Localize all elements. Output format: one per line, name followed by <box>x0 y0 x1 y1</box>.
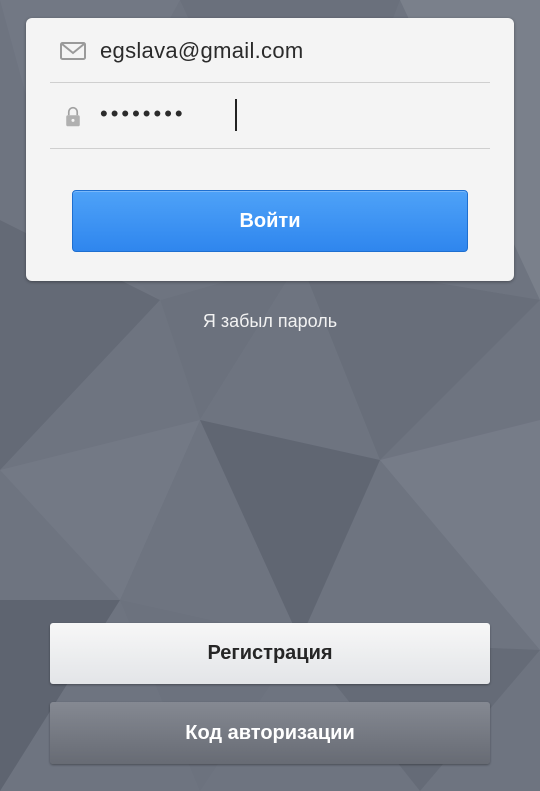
register-button[interactable]: Регистрация <box>50 623 490 684</box>
email-value: egslava@gmail.com <box>100 38 304 63</box>
text-cursor <box>235 99 237 131</box>
mail-icon <box>60 42 86 60</box>
login-button[interactable]: Войти <box>72 190 468 252</box>
auth-code-button[interactable]: Код авторизации <box>50 702 490 764</box>
password-field[interactable]: •••••••• <box>50 84 490 149</box>
login-card: egslava@gmail.com •••••••• Войти <box>26 18 514 281</box>
forgot-password-link[interactable]: Я забыл пароль <box>0 311 540 332</box>
lock-icon <box>66 106 80 127</box>
login-screen: egslava@gmail.com •••••••• Войти Я забыл… <box>0 0 540 791</box>
email-field[interactable]: egslava@gmail.com <box>50 18 490 83</box>
password-value: •••••••• <box>100 101 186 126</box>
